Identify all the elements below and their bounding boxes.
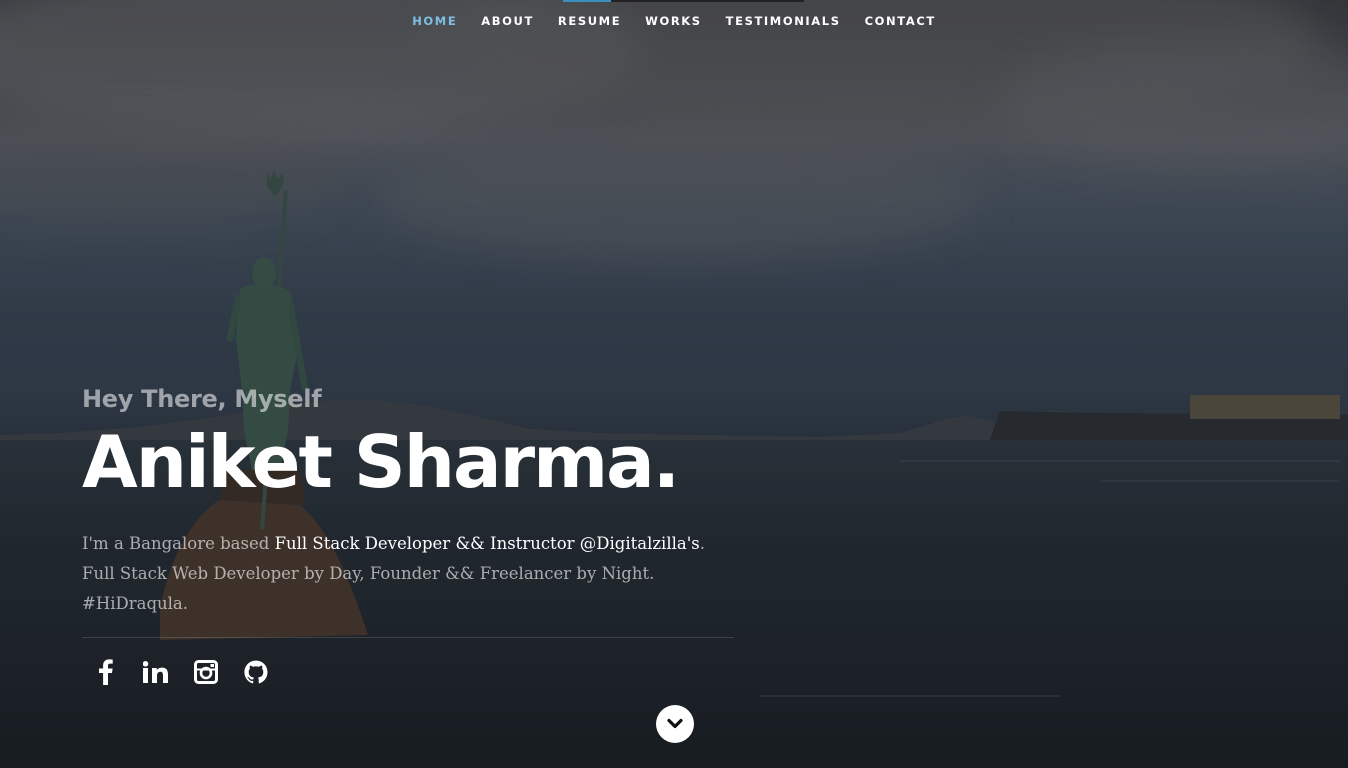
intro-highlight: Full Stack Developer && Instructor @Digi… (274, 534, 700, 553)
chevron-down-icon (667, 718, 683, 729)
social-links (82, 658, 742, 686)
nav-item-resume[interactable]: RESUME (558, 14, 621, 28)
scroll-down-button[interactable] (656, 705, 694, 743)
nav-active-indicator (563, 0, 611, 2)
facebook-icon[interactable] (92, 658, 120, 686)
nav-list: HOME ABOUT RESUME WORKS TESTIMONIALS CON… (400, 14, 948, 28)
linkedin-icon[interactable] (142, 658, 170, 686)
greeting-text: Hey There, Myself (82, 385, 322, 413)
banner: Hey There, Myself Aniket Sharma. I'm a B… (82, 385, 742, 686)
nav-item-contact[interactable]: CONTACT (865, 14, 936, 28)
intro-text: I'm a Bangalore based Full Stack Develop… (82, 529, 742, 619)
nav-item-testimonials[interactable]: TESTIMONIALS (726, 14, 841, 28)
divider (82, 637, 734, 638)
hero-section: HOME ABOUT RESUME WORKS TESTIMONIALS CON… (0, 0, 1348, 768)
nav-progress-track (563, 0, 804, 2)
main-nav: HOME ABOUT RESUME WORKS TESTIMONIALS CON… (0, 0, 1348, 42)
intro-prefix: I'm a Bangalore based (82, 534, 275, 553)
nav-item-works[interactable]: WORKS (645, 14, 702, 28)
nav-item-home[interactable]: HOME (412, 14, 457, 28)
page-title: Aniket Sharma. (82, 420, 680, 504)
instagram-icon[interactable] (192, 658, 220, 686)
github-icon[interactable] (242, 658, 270, 686)
nav-item-about[interactable]: ABOUT (481, 14, 534, 28)
